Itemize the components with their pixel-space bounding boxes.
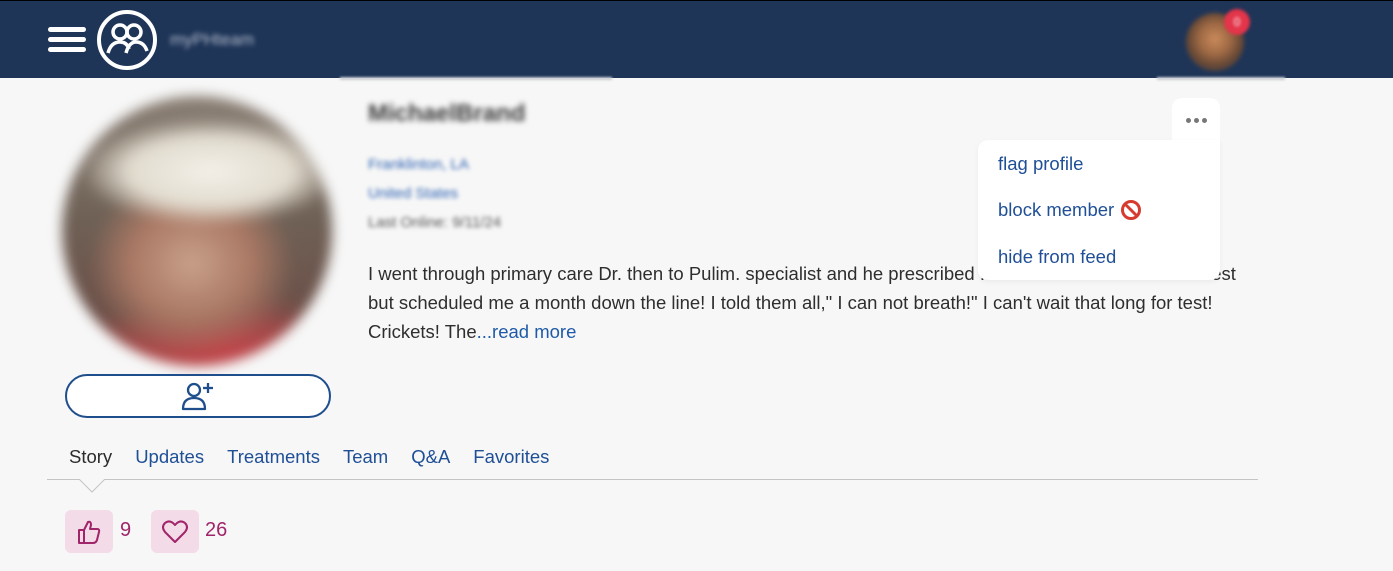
add-to-team-button[interactable] — [65, 374, 331, 418]
tab-treatments[interactable]: Treatments — [227, 446, 320, 468]
profile-options-menu: flag profile block member hide from feed — [978, 140, 1220, 280]
member-city-link[interactable]: Franklinton, LA — [368, 156, 469, 173]
profile-tabs: Story Updates Treatments Team Q&A Favori… — [69, 446, 572, 468]
last-online-text: Last Online: 9/11/24 — [368, 214, 502, 231]
heart-icon — [162, 519, 188, 543]
notification-badge[interactable]: 0 — [1224, 9, 1250, 35]
avatar-underline — [1157, 77, 1285, 80]
member-profile-photo — [62, 96, 332, 366]
tab-divider — [47, 479, 1258, 480]
block-member-menu-item[interactable]: block member — [998, 199, 1142, 221]
read-more-link[interactable]: ...read more — [477, 321, 577, 342]
member-name: MichaelBrand — [368, 100, 526, 127]
menu-item-label: block member — [998, 199, 1115, 220]
top-navigation-bar: myPHteam 0 — [0, 0, 1393, 80]
hamburger-menu-icon[interactable] — [48, 27, 86, 53]
logo-icon[interactable] — [96, 9, 158, 71]
tab-favorites[interactable]: Favorites — [473, 446, 549, 468]
dot-icon — [1193, 117, 1199, 123]
tab-team[interactable]: Team — [343, 446, 388, 468]
hide-from-feed-menu-item[interactable]: hide from feed — [998, 246, 1116, 268]
menu-item-label: hide from feed — [998, 246, 1117, 267]
flag-profile-menu-item[interactable]: flag profile — [998, 153, 1083, 175]
thumbs-up-icon — [78, 520, 101, 544]
tab-updates[interactable]: Updates — [135, 446, 204, 468]
menu-item-label: flag profile — [998, 153, 1084, 174]
add-person-icon — [181, 382, 213, 411]
dot-icon — [1201, 117, 1207, 123]
tab-qa[interactable]: Q&A — [411, 446, 450, 468]
nav-underline — [340, 77, 612, 80]
more-options-button[interactable] — [1172, 98, 1220, 142]
active-tab-caret-icon — [79, 479, 105, 493]
tab-story[interactable]: Story — [69, 446, 112, 468]
dot-icon — [1185, 117, 1191, 123]
like-count: 9 — [120, 519, 132, 541]
heart-count: 26 — [205, 519, 228, 541]
member-country-link[interactable]: United States — [368, 185, 458, 202]
like-button[interactable] — [65, 510, 113, 553]
brand-name: myPHteam — [170, 30, 255, 49]
prohibited-icon — [1121, 200, 1142, 220]
heart-button[interactable] — [151, 510, 199, 553]
